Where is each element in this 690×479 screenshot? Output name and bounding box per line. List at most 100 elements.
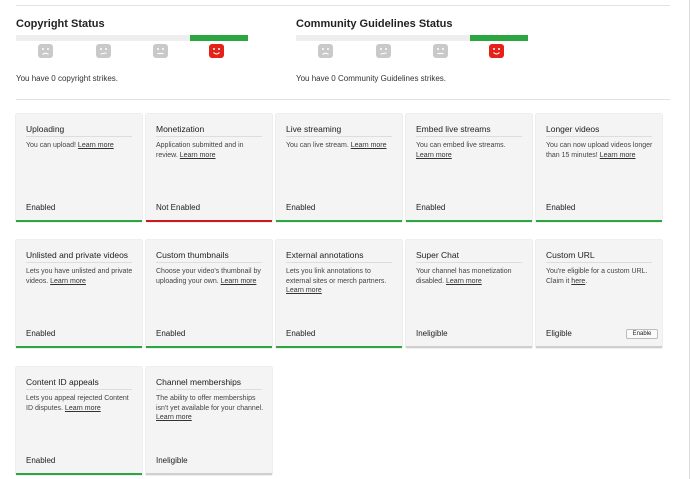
learn-more-link[interactable]: Learn more	[180, 152, 216, 159]
feature-card-external-annotations: External annotations Lets you link annot…	[276, 240, 402, 348]
card-description: You can now upload videos longer than 15…	[546, 142, 653, 159]
learn-more-link[interactable]: Learn more	[600, 152, 636, 159]
card-title: External annotations	[286, 250, 364, 260]
feature-card-content-id-appeals: Content ID appeals Lets you appeal rejec…	[16, 367, 142, 475]
feature-card-embed-live-streams: Embed live streams You can embed live st…	[406, 114, 532, 222]
card-status: Ineligible	[156, 456, 188, 465]
learn-more-link[interactable]: Learn more	[156, 414, 192, 421]
feature-card-monetization: Monetization Application submitted and i…	[146, 114, 272, 222]
feature-card-longer-videos: Longer videos You can now upload videos …	[536, 114, 662, 222]
card-title: Custom thumbnails	[156, 250, 229, 260]
community-status-bar	[296, 35, 528, 41]
card-title: Longer videos	[546, 124, 600, 134]
card-status: Not Enabled	[156, 203, 201, 212]
card-description: You can upload! Learn more	[26, 142, 114, 149]
meh-face-icon	[96, 44, 111, 58]
enable-custom-url-button[interactable]: Enable	[626, 329, 658, 339]
card-status-bar	[16, 346, 142, 348]
card-divider	[156, 136, 262, 137]
learn-more-link[interactable]: Learn more	[416, 152, 452, 159]
card-description: You're eligible for a custom URL. Claim …	[546, 268, 648, 285]
copyright-bar-segment	[74, 35, 132, 41]
sad-face-icon	[318, 44, 333, 58]
card-title: Channel memberships	[156, 377, 242, 387]
learn-more-link[interactable]: Learn more	[221, 278, 257, 285]
copyright-strikes-text: You have 0 copyright strikes.	[16, 74, 118, 83]
card-status: Enabled	[286, 203, 316, 212]
community-bar-segment	[296, 35, 354, 41]
card-title: Live streaming	[286, 124, 342, 134]
card-status-bar	[16, 220, 142, 222]
copyright-faces	[16, 44, 248, 64]
card-title: Unlisted and private videos	[26, 250, 129, 260]
copyright-status: Copyright Status You have 0 copyright st…	[16, 17, 248, 83]
community-strikes-text: You have 0 Community Guidelines strikes.	[296, 74, 446, 83]
learn-more-link[interactable]: Learn more	[446, 278, 482, 285]
card-divider	[546, 262, 652, 263]
card-title: Embed live streams	[416, 124, 491, 134]
copyright-bar-segment	[132, 35, 190, 41]
copyright-bar-segment	[16, 35, 74, 41]
community-bar-segment	[354, 35, 412, 41]
card-status-bar	[276, 346, 402, 348]
neutral-face-icon	[153, 44, 168, 58]
learn-more-link[interactable]: Learn more	[351, 142, 387, 149]
card-status: Ineligible	[416, 329, 448, 338]
card-divider	[26, 136, 132, 137]
learn-more-link[interactable]: Learn more	[65, 405, 101, 412]
card-description: You can live stream. Learn more	[286, 142, 387, 149]
card-description: Application submitted and in review. Lea…	[156, 142, 244, 159]
card-status-bar	[146, 346, 272, 348]
card-description: Lets you link annotations to external si…	[286, 268, 387, 295]
meh-face-icon	[376, 44, 391, 58]
card-description: Choose your video's thumbnail by uploadi…	[156, 268, 261, 285]
card-status-bar	[146, 220, 272, 222]
card-status: Enabled	[26, 456, 56, 465]
community-faces	[296, 44, 528, 64]
section-divider	[16, 99, 670, 100]
feature-card-custom-thumbnails: Custom thumbnails Choose your video's th…	[146, 240, 272, 348]
card-divider	[26, 262, 132, 263]
feature-card-unlisted-private: Unlisted and private videos Lets you hav…	[16, 240, 142, 348]
neutral-face-icon	[433, 44, 448, 58]
card-divider	[156, 262, 262, 263]
card-title: Content ID appeals	[26, 377, 99, 387]
card-status: Enabled	[286, 329, 316, 338]
card-title: Super Chat	[416, 250, 459, 260]
feature-card-super-chat: Super Chat Your channel has monetization…	[406, 240, 532, 348]
card-description: You can embed live streams. Learn more	[416, 142, 506, 159]
learn-more-link[interactable]: Learn more	[286, 287, 322, 294]
card-description: Your channel has monetization disabled. …	[416, 268, 512, 285]
card-status-bar	[146, 473, 272, 475]
community-guidelines-status: Community Guidelines Status You have 0 C…	[296, 17, 528, 83]
learn-more-link[interactable]: Learn more	[78, 142, 114, 149]
card-title: Uploading	[26, 124, 65, 134]
copyright-status-bar	[16, 35, 248, 41]
copyright-bar-segment-active	[190, 35, 248, 41]
feature-card-uploading: Uploading You can upload! Learn more Ena…	[16, 114, 142, 222]
card-divider	[26, 389, 132, 390]
card-divider	[416, 262, 522, 263]
card-status-bar	[536, 346, 662, 348]
learn-more-link[interactable]: Learn more	[50, 278, 86, 285]
community-bar-segment-active	[470, 35, 528, 41]
community-bar-segment	[412, 35, 470, 41]
card-status: Enabled	[416, 203, 446, 212]
card-divider	[546, 136, 652, 137]
card-status: Enabled	[156, 329, 186, 338]
card-status-bar	[536, 220, 662, 222]
card-status-bar	[406, 220, 532, 222]
card-status: Eligible	[546, 329, 572, 338]
card-description: The ability to offer memberships isn't y…	[156, 395, 264, 422]
card-divider	[416, 136, 522, 137]
card-status-bar	[276, 220, 402, 222]
card-divider	[286, 262, 392, 263]
claim-url-link[interactable]: here	[571, 278, 585, 285]
top-divider	[16, 5, 670, 6]
sad-face-icon	[38, 44, 53, 58]
card-status-bar	[406, 346, 532, 348]
feature-card-custom-url: Custom URL You're eligible for a custom …	[536, 240, 662, 348]
feature-card-live-streaming: Live streaming You can live stream. Lear…	[276, 114, 402, 222]
happy-face-icon	[489, 44, 504, 58]
happy-face-icon	[209, 44, 224, 58]
